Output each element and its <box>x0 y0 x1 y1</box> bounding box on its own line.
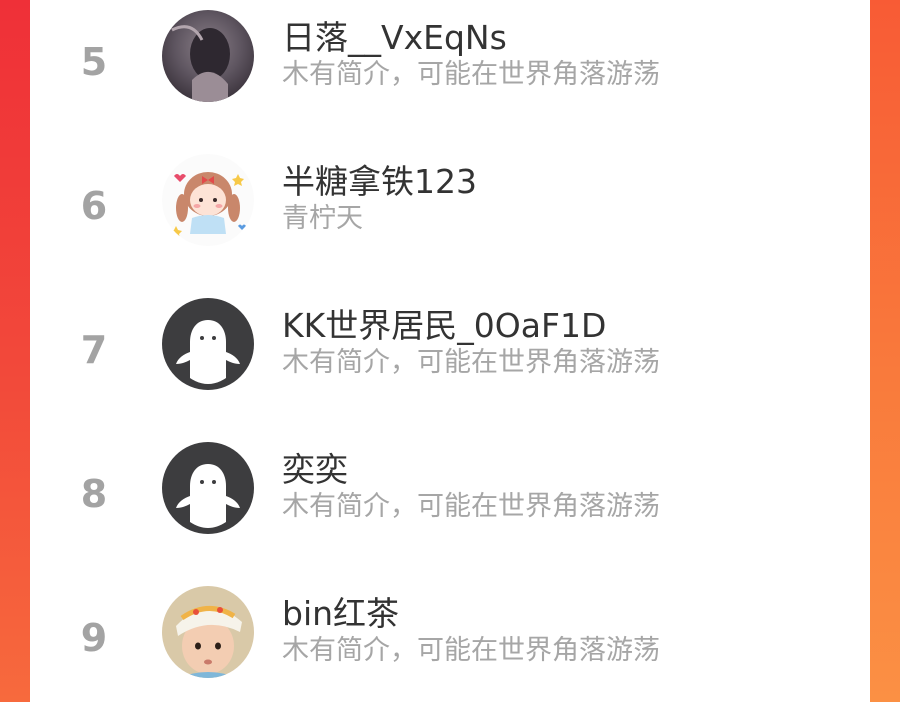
ranking-row-8[interactable]: 8 奕奕 木有简介，可能在世界角落游荡 <box>30 418 870 562</box>
user-avatar[interactable] <box>162 586 254 678</box>
user-avatar[interactable] <box>162 154 254 246</box>
user-avatar[interactable] <box>162 442 254 534</box>
rank-number: 7 <box>80 328 108 372</box>
ranking-row-9[interactable]: 9 bin红茶 木有简介，可能在世界角落游荡 <box>30 562 870 702</box>
rank-number: 8 <box>80 472 108 516</box>
user-bio: 木有简介，可能在世界角落游荡 <box>282 491 660 522</box>
cartoon-girl-avatar-icon <box>162 154 254 246</box>
background-right-edge <box>870 0 900 702</box>
default-ghost-avatar-icon <box>162 298 254 390</box>
rank-number: 5 <box>80 40 108 84</box>
ranking-list-panel: 5 日落__VxEqNs 木有简介，可能在世界角落游荡 6 半糖拿铁123 青柠… <box>30 0 870 702</box>
user-bio: 木有简介，可能在世界角落游荡 <box>282 59 660 90</box>
user-name: 奕奕 <box>282 450 348 489</box>
dark-photo-avatar-icon <box>162 10 254 102</box>
user-bio: 木有简介，可能在世界角落游荡 <box>282 347 660 378</box>
user-name: bin红茶 <box>282 594 400 633</box>
user-avatar[interactable] <box>162 298 254 390</box>
ranking-row-6[interactable]: 6 半糖拿铁123 青柠天 <box>30 130 870 274</box>
user-bio: 青柠天 <box>282 203 363 234</box>
user-name: 半糖拿铁123 <box>282 162 477 201</box>
ranking-row-5[interactable]: 5 日落__VxEqNs 木有简介，可能在世界角落游荡 <box>30 0 870 130</box>
background-left-edge <box>0 0 30 702</box>
baby-photo-avatar-icon <box>162 586 254 678</box>
user-bio: 木有简介，可能在世界角落游荡 <box>282 635 660 666</box>
rank-number: 6 <box>80 184 108 228</box>
user-name: KK世界居民_0OaF1D <box>282 306 607 345</box>
ranking-row-7[interactable]: 7 KK世界居民_0OaF1D 木有简介，可能在世界角落游荡 <box>30 274 870 418</box>
user-avatar[interactable] <box>162 10 254 102</box>
default-ghost-avatar-icon <box>162 442 254 534</box>
user-name: 日落__VxEqNs <box>282 18 507 57</box>
rank-number: 9 <box>80 616 108 660</box>
